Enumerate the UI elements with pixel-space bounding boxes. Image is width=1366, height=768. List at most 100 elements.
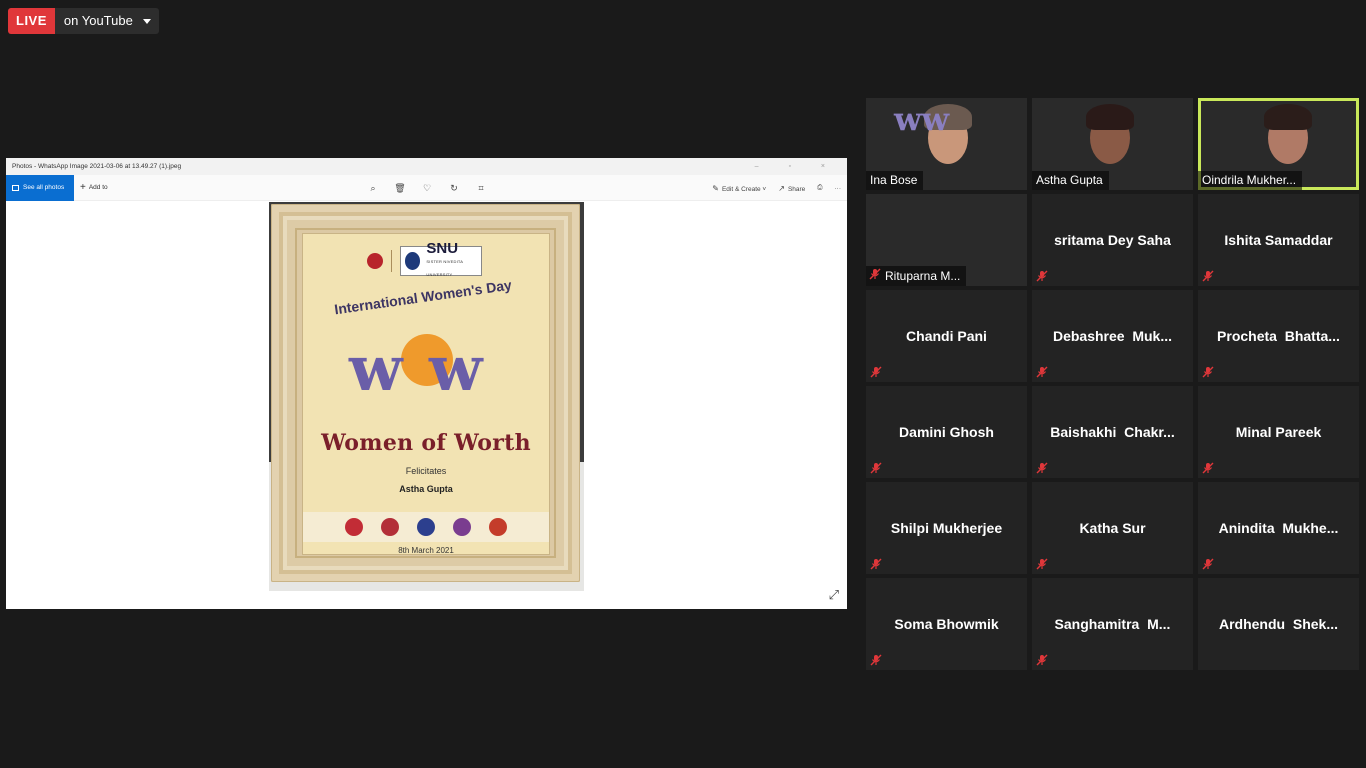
mic-muted-icon bbox=[1201, 366, 1215, 378]
share-label: Share bbox=[787, 185, 806, 193]
photo-right-actions: ✎ Edit & Create ˅ ↗ Share ⎙ ··· bbox=[712, 175, 841, 201]
image-icon bbox=[12, 185, 19, 191]
participant-tile[interactable]: Rituparna M... bbox=[866, 194, 1027, 286]
share-button[interactable]: ↗ Share bbox=[778, 184, 805, 193]
heart-icon[interactable]: ♡ bbox=[420, 183, 434, 194]
poster-arc-text: International Women's Day bbox=[333, 276, 513, 318]
participant-tile[interactable]: sritama Dey Saha bbox=[1032, 194, 1193, 286]
live-destination-dropdown[interactable]: on YouTube bbox=[54, 8, 159, 34]
shared-screen: Photos - WhatsApp Image 2021-03-06 at 13… bbox=[6, 158, 847, 609]
participant-tile[interactable]: Soma Bhowmik bbox=[866, 578, 1027, 670]
mic-muted-icon bbox=[869, 654, 883, 666]
mic-muted-icon bbox=[869, 558, 883, 570]
snu-subtitle: SISTER NIVEDITA UNIVERSITY bbox=[426, 258, 463, 277]
poster-recipient: Astha Gupta bbox=[399, 484, 453, 494]
participant-name: Rituparna M... bbox=[885, 268, 961, 283]
participant-name-label: Astha Gupta bbox=[1032, 171, 1109, 190]
participant-name: Astha Gupta bbox=[1036, 173, 1103, 187]
participant-name: Oindrila Mukher... bbox=[1202, 173, 1297, 187]
participant-tile[interactable]: Ardhendu Shek... bbox=[1198, 578, 1359, 670]
delete-icon[interactable]: 🗑 bbox=[393, 183, 407, 194]
add-to-label: Add to bbox=[88, 184, 108, 191]
logo-3 bbox=[417, 518, 435, 536]
mic-muted-icon bbox=[1035, 654, 1049, 666]
participant-name-label: Rituparna M... bbox=[866, 266, 967, 286]
participant-tile[interactable]: Procheta Bhatta... bbox=[1198, 290, 1359, 382]
photo-actions: ⌕ 🗑 ♡ ↻ ⌗ bbox=[366, 175, 488, 201]
participant-name: Katha Sur bbox=[1079, 520, 1146, 536]
share-icon: ↗ bbox=[778, 183, 785, 193]
participant-name: Procheta Bhatta... bbox=[1217, 328, 1340, 344]
participant-name: Sanghamitra M... bbox=[1054, 616, 1171, 632]
logo-2 bbox=[381, 518, 399, 536]
participant-name: sritama Dey Saha bbox=[1054, 232, 1171, 248]
participant-name: Ishita Samaddar bbox=[1224, 232, 1333, 248]
edit-create-label: Edit & Create bbox=[721, 185, 761, 193]
participant-tile[interactable]: Oindrila Mukher... bbox=[1198, 98, 1359, 190]
participant-name-label: Ina Bose bbox=[866, 171, 924, 190]
logo-1 bbox=[345, 518, 363, 536]
mic-muted-icon bbox=[1201, 270, 1215, 282]
participant-name: Ardhendu Shek... bbox=[1218, 616, 1338, 632]
see-all-photos-button[interactable]: See all photos bbox=[6, 175, 74, 201]
participant-tile[interactable]: Katha Sur bbox=[1032, 482, 1193, 574]
live-stream-indicator[interactable]: LIVE on YouTube bbox=[8, 8, 159, 34]
expand-icon[interactable]: ⤢ bbox=[829, 587, 839, 603]
participant-tile[interactable]: Astha Gupta bbox=[1032, 98, 1193, 190]
participant-name: Baishakhi Chakr... bbox=[1050, 424, 1175, 440]
photos-title-bar: Photos - WhatsApp Image 2021-03-06 at 13… bbox=[6, 158, 847, 175]
wooden-frame: SNU SISTER NIVEDITA UNIVERSITY Internatio… bbox=[271, 204, 580, 582]
participant-video-hair bbox=[1264, 104, 1312, 130]
participant-tile[interactable]: Baishakhi Chakr... bbox=[1032, 386, 1193, 478]
more-button[interactable]: ··· bbox=[835, 185, 842, 192]
mic-muted-icon bbox=[1201, 462, 1215, 474]
photos-toolbar: See all photos + Add to ⌕ 🗑 ♡ ↻ ⌗ ✎ Edit … bbox=[6, 175, 847, 201]
mic-muted-icon bbox=[1035, 366, 1049, 378]
print-icon[interactable]: ⎙ bbox=[817, 184, 822, 192]
edit-icon: ✎ bbox=[712, 183, 719, 193]
mic-muted-icon bbox=[1035, 558, 1049, 570]
participant-tile[interactable]: Damini Ghosh bbox=[866, 386, 1027, 478]
mic-muted-icon bbox=[1035, 270, 1049, 282]
plus-icon: + bbox=[80, 182, 86, 193]
snu-text: SNU bbox=[426, 239, 459, 257]
poster-felicitates: Felicitates bbox=[405, 466, 447, 476]
poster-date: 8th March 2021 bbox=[398, 546, 454, 555]
edit-create-button[interactable]: ✎ Edit & Create ˅ bbox=[712, 184, 766, 193]
participant-name: Anindita Mukhe... bbox=[1218, 520, 1339, 536]
participant-tile[interactable]: Chandi Pani bbox=[866, 290, 1027, 382]
participant-tile[interactable]: ww Ina Bose bbox=[866, 98, 1027, 190]
participant-tile[interactable]: Debashree Muk... bbox=[1032, 290, 1193, 382]
caret-down-icon bbox=[142, 18, 151, 24]
w-letter-right: w bbox=[429, 332, 483, 405]
crop-icon[interactable]: ⌗ bbox=[474, 183, 488, 194]
add-to-button[interactable]: + Add to bbox=[80, 175, 108, 201]
mic-muted-icon bbox=[869, 462, 883, 474]
zoom-icon[interactable]: ⌕ bbox=[366, 183, 380, 194]
poster-top-logos: SNU SISTER NIVEDITA UNIVERSITY bbox=[367, 241, 482, 277]
window-controls: – ▫ × bbox=[754, 163, 839, 170]
institute-logo bbox=[367, 253, 383, 269]
rotate-icon[interactable]: ↻ bbox=[447, 183, 461, 194]
participant-name: Debashree Muk... bbox=[1052, 328, 1173, 344]
participant-tile[interactable]: Minal Pareek bbox=[1198, 386, 1359, 478]
participant-name: Ina Bose bbox=[870, 173, 918, 187]
logo-4 bbox=[453, 518, 471, 536]
background-logo: ww bbox=[894, 100, 950, 138]
participant-tile[interactable]: Sanghamitra M... bbox=[1032, 578, 1193, 670]
mic-muted-icon bbox=[1201, 558, 1215, 570]
mic-muted-icon bbox=[869, 268, 881, 284]
live-destination-label: on YouTube bbox=[63, 13, 133, 28]
participant-tile[interactable]: Anindita Mukhe... bbox=[1198, 482, 1359, 574]
participant-name: Soma Bhowmik bbox=[894, 616, 999, 632]
participant-tile[interactable]: Ishita Samaddar bbox=[1198, 194, 1359, 286]
participant-tile[interactable]: Shilpi Mukherjee bbox=[866, 482, 1027, 574]
participant-video-hair bbox=[1086, 104, 1134, 130]
logo-5 bbox=[489, 518, 507, 536]
logo-divider bbox=[391, 250, 392, 272]
certificate-photo: SNU SISTER NIVEDITA UNIVERSITY Internatio… bbox=[269, 202, 584, 591]
poster-bottom-logos bbox=[303, 512, 549, 542]
participant-name: Shilpi Mukherjee bbox=[890, 520, 1003, 536]
women-of-worth-emblem: w w bbox=[349, 332, 499, 402]
snu-logo: SNU SISTER NIVEDITA UNIVERSITY bbox=[400, 241, 482, 277]
